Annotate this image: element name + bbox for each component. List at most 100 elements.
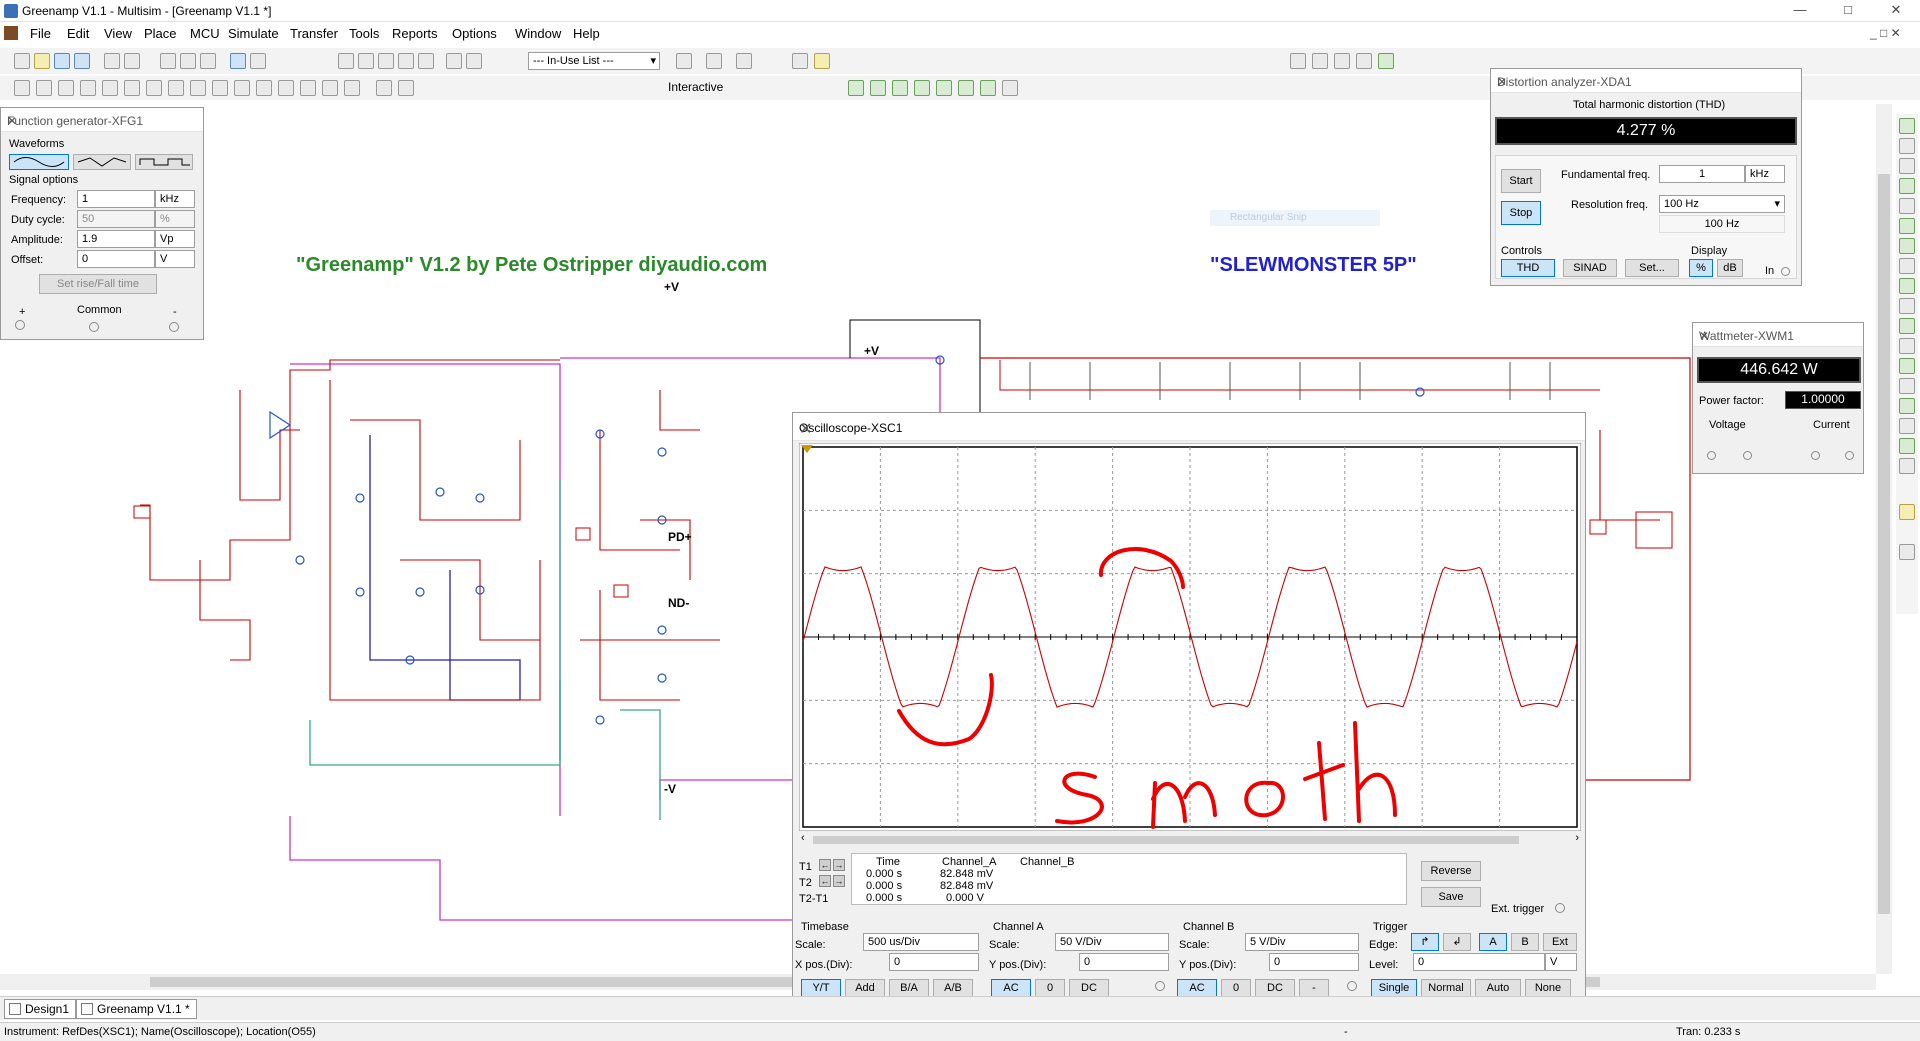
trigger-ext-button[interactable]: Ext bbox=[1543, 933, 1577, 951]
vertical-scrollbar-thumb[interactable] bbox=[1878, 174, 1890, 914]
redo-icon[interactable] bbox=[250, 53, 266, 69]
stop-button[interactable]: Stop bbox=[1501, 201, 1541, 225]
oscilloscope-close-icon[interactable]: ✕ bbox=[799, 419, 1577, 439]
voltage-plus-terminal[interactable] bbox=[1707, 451, 1716, 460]
fullscreen-icon[interactable] bbox=[1378, 53, 1394, 69]
offset-field[interactable]: 0 bbox=[77, 250, 155, 268]
zoom-out-icon[interactable] bbox=[1312, 53, 1328, 69]
menu-place[interactable]: Place bbox=[144, 26, 177, 41]
trigger-normal-button[interactable]: Normal bbox=[1421, 979, 1471, 997]
paste-icon[interactable] bbox=[200, 53, 216, 69]
new-icon[interactable] bbox=[14, 53, 30, 69]
oscilloscope-scrollbar[interactable]: ‹ › bbox=[799, 832, 1581, 847]
transistor-icon[interactable] bbox=[80, 80, 96, 96]
back-annotate-icon[interactable] bbox=[676, 53, 692, 69]
sine-wave-button[interactable] bbox=[9, 154, 69, 170]
add-button[interactable]: Add bbox=[845, 979, 885, 997]
basic-icon[interactable] bbox=[36, 80, 52, 96]
menu-transfer[interactable]: Transfer bbox=[290, 26, 338, 41]
menu-tools[interactable]: Tools bbox=[349, 26, 379, 41]
database-icon[interactable] bbox=[398, 53, 414, 69]
mdi-controls[interactable]: _ □ ✕ bbox=[1870, 26, 1901, 40]
square-wave-button[interactable] bbox=[135, 154, 193, 170]
oscilloscope-scrollbar-thumb[interactable] bbox=[813, 836, 1519, 844]
resolution-freq-select[interactable]: 100 Hz ▾ bbox=[1659, 195, 1785, 213]
trigger-b-button[interactable]: B bbox=[1511, 933, 1539, 951]
labview-icon[interactable] bbox=[1899, 504, 1915, 520]
ba-button[interactable]: B/A bbox=[889, 979, 929, 997]
close-button[interactable]: ✕ bbox=[1876, 2, 1916, 20]
sinad-button[interactable]: SINAD bbox=[1563, 259, 1617, 277]
probe-2-icon[interactable] bbox=[870, 80, 886, 96]
menu-mcu[interactable]: MCU bbox=[190, 26, 220, 41]
menu-simulate[interactable]: Simulate bbox=[228, 26, 279, 41]
bus-icon[interactable] bbox=[398, 80, 414, 96]
distortion-analyzer-close-icon[interactable]: ✕ bbox=[1497, 75, 1793, 89]
plus-terminal[interactable] bbox=[15, 320, 25, 330]
save-button[interactable]: Save bbox=[1421, 887, 1481, 907]
probe-5-icon[interactable] bbox=[936, 80, 952, 96]
channel-a-ac-button[interactable]: AC bbox=[991, 979, 1031, 997]
ext-trigger-terminal[interactable] bbox=[1555, 903, 1565, 913]
duty-cycle-field[interactable]: 50 bbox=[77, 210, 155, 228]
source-icon[interactable] bbox=[14, 80, 30, 96]
copy-icon[interactable] bbox=[180, 53, 196, 69]
current-plus-terminal[interactable] bbox=[1811, 451, 1820, 460]
spectrum-analyzer-icon[interactable] bbox=[1899, 338, 1915, 354]
channel-a-dc-button[interactable]: DC bbox=[1069, 979, 1109, 997]
in-terminal[interactable] bbox=[1781, 267, 1790, 276]
mcu-icon[interactable] bbox=[168, 80, 184, 96]
multimeter-icon[interactable] bbox=[1899, 118, 1915, 134]
minimize-button[interactable]: — bbox=[1780, 2, 1820, 20]
logic-converter-icon[interactable] bbox=[1899, 278, 1915, 294]
probe-7-icon[interactable] bbox=[980, 80, 996, 96]
t1-left-arrow-icon[interactable]: ← bbox=[819, 859, 831, 871]
oscilloscope-icon[interactable] bbox=[1899, 178, 1915, 194]
hierarchical-block-icon[interactable] bbox=[376, 80, 392, 96]
trigger-level-unit[interactable]: V bbox=[1545, 953, 1577, 971]
word-generator-icon[interactable] bbox=[1899, 258, 1915, 274]
rf-icon[interactable] bbox=[322, 80, 338, 96]
help-icon[interactable] bbox=[814, 53, 830, 69]
spreadsheet-icon[interactable] bbox=[358, 53, 374, 69]
trigger-a-button[interactable]: A bbox=[1479, 933, 1507, 951]
agilent-generator-icon[interactable] bbox=[1899, 378, 1915, 394]
set-rise-fall-button[interactable]: Set rise/Fall time bbox=[39, 274, 157, 294]
channel-b-scale-field[interactable]: 5 V/Div bbox=[1245, 933, 1359, 951]
amplitude-unit[interactable]: Vp bbox=[155, 230, 195, 248]
timebase-xpos-field[interactable]: 0 bbox=[889, 953, 979, 971]
undo-icon[interactable] bbox=[230, 53, 246, 69]
probe-settings-icon[interactable] bbox=[1002, 80, 1018, 96]
t2-left-arrow-icon[interactable]: ← bbox=[819, 875, 831, 887]
channel-a-zero-button[interactable]: 0 bbox=[1035, 979, 1065, 997]
cut-icon[interactable] bbox=[160, 53, 176, 69]
power-icon[interactable] bbox=[278, 80, 294, 96]
t2-right-arrow-icon[interactable]: → bbox=[833, 875, 845, 887]
tab-design1[interactable]: Design1 bbox=[4, 999, 77, 1019]
cmos-icon[interactable] bbox=[146, 80, 162, 96]
channel-b-zero-button[interactable]: 0 bbox=[1221, 979, 1251, 997]
probe-3-icon[interactable] bbox=[892, 80, 908, 96]
channel-b-dc-button[interactable]: DC bbox=[1255, 979, 1295, 997]
minus-terminal[interactable] bbox=[169, 322, 179, 332]
common-terminal[interactable] bbox=[89, 322, 99, 332]
mixed-icon[interactable] bbox=[234, 80, 250, 96]
fundamental-freq-field[interactable]: 1 bbox=[1659, 165, 1745, 183]
zoom-sheet-icon[interactable] bbox=[1356, 53, 1372, 69]
transfer-icon[interactable] bbox=[736, 53, 752, 69]
trigger-auto-button[interactable]: Auto bbox=[1475, 979, 1521, 997]
electromechanical-icon[interactable] bbox=[344, 80, 360, 96]
set-button[interactable]: Set... bbox=[1625, 259, 1679, 277]
print-icon[interactable] bbox=[104, 53, 120, 69]
offset-unit[interactable]: V bbox=[155, 250, 195, 268]
channel-a-scale-field[interactable]: 50 V/Div bbox=[1055, 933, 1169, 951]
yt-button[interactable]: Y/T bbox=[801, 979, 841, 997]
probe-4-icon[interactable] bbox=[914, 80, 930, 96]
channel-b-ypos-field[interactable]: 0 bbox=[1269, 953, 1359, 971]
agilent-scope-icon[interactable] bbox=[1899, 418, 1915, 434]
erc-icon[interactable] bbox=[466, 53, 482, 69]
rising-edge-button[interactable]: ↱ bbox=[1411, 933, 1439, 951]
misc-digital-icon[interactable] bbox=[212, 80, 228, 96]
trigger-none-button[interactable]: None bbox=[1525, 979, 1571, 997]
frequency-unit[interactable]: kHz bbox=[155, 190, 195, 208]
